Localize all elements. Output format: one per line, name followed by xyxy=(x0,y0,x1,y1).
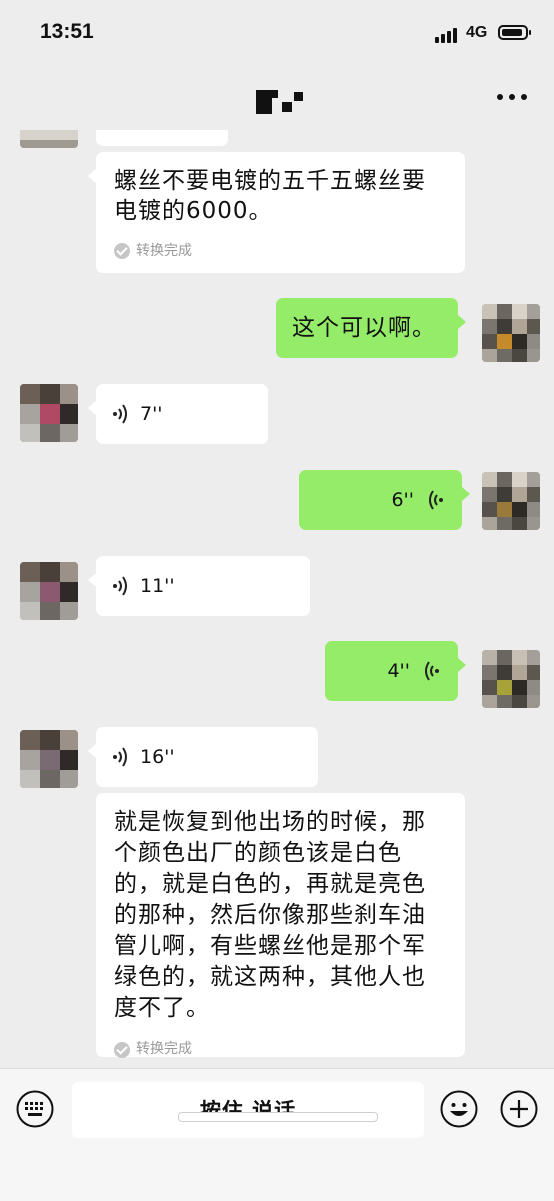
chat-title-redacted xyxy=(256,88,306,114)
more-dots-icon[interactable] xyxy=(497,94,527,102)
voice-message-outgoing[interactable]: 4'' xyxy=(325,641,466,701)
message-text-line: 绿色的，就这两种，其他人也 xyxy=(114,964,426,990)
voice-duration: 7'' xyxy=(140,403,163,425)
message-text-line: 的那种，然后你像那些刹车油 xyxy=(114,902,426,928)
plus-icon[interactable] xyxy=(500,1090,538,1128)
message-text-line: 管儿啊，有些螺丝他是那个军 xyxy=(114,933,426,959)
message-bubble-partial[interactable] xyxy=(96,130,228,146)
contact-avatar[interactable] xyxy=(20,562,78,620)
signal-icon xyxy=(435,27,459,43)
message-bubble-incoming[interactable]: 螺丝不要电镀的五千五螺丝要 电镀的6000。 转换完成 xyxy=(88,152,465,273)
my-avatar[interactable] xyxy=(482,650,540,708)
conversion-status-text: 转换完成 xyxy=(136,243,192,259)
voice-message-incoming[interactable]: 7'' xyxy=(88,384,268,444)
check-circle-icon xyxy=(114,1041,130,1058)
voice-duration: 6'' xyxy=(391,489,414,511)
voice-wave-icon xyxy=(113,404,127,424)
input-bar: 按住 说话 xyxy=(0,1068,554,1201)
voice-wave-icon xyxy=(113,576,127,596)
battery-icon xyxy=(498,25,531,40)
voice-message-outgoing[interactable]: 6'' xyxy=(299,470,470,530)
message-text-line: 就是恢复到他出场的时候，那 xyxy=(114,809,426,835)
home-indicator xyxy=(178,1112,378,1122)
network-type: 4G xyxy=(466,24,488,41)
message-text-line: 电镀的6000。 xyxy=(114,198,273,224)
contact-avatar[interactable] xyxy=(20,384,78,442)
message-bubble-outgoing[interactable]: 这个可以啊。 xyxy=(276,298,466,358)
message-text-line: 个颜色出厂的颜色该是白色 xyxy=(114,840,402,866)
message-text-line: 度不了。 xyxy=(114,995,210,1021)
voice-wave-icon xyxy=(429,490,443,510)
message-bubble-incoming[interactable]: 就是恢复到他出场的时候，那 个颜色出厂的颜色该是白色 的，就是白色的，再就是亮色… xyxy=(96,793,465,1058)
message-text-line: 的，就是白色的，再就是亮色 xyxy=(114,871,426,897)
voice-duration: 11'' xyxy=(140,575,175,597)
voice-duration: 4'' xyxy=(387,660,410,682)
voice-message-incoming[interactable]: 16'' xyxy=(88,727,318,787)
status-bar: 13:51 4G xyxy=(0,0,554,66)
keyboard-icon[interactable] xyxy=(16,1090,54,1128)
emoji-icon[interactable] xyxy=(440,1090,478,1128)
message-text-line: 螺丝不要电镀的五千五螺丝要 xyxy=(114,168,426,194)
conversion-status: 转换完成 xyxy=(114,236,447,266)
conversion-status-text: 转换完成 xyxy=(136,1041,192,1057)
contact-avatar[interactable] xyxy=(20,130,78,148)
my-avatar[interactable] xyxy=(482,304,540,362)
chat-header xyxy=(0,66,554,130)
voice-message-incoming[interactable]: 11'' xyxy=(88,556,310,616)
conversion-status: 转换完成 xyxy=(114,1034,447,1065)
hold-to-talk-button[interactable]: 按住 说话 xyxy=(72,1082,424,1138)
voice-wave-icon xyxy=(425,661,439,681)
check-circle-icon xyxy=(114,243,130,259)
voice-wave-icon xyxy=(113,747,127,767)
chat-message-list[interactable]: 螺丝不要电镀的五千五螺丝要 电镀的6000。 转换完成 这个可以啊。 7'' 6… xyxy=(0,130,554,1068)
status-time: 13:51 xyxy=(40,20,94,43)
back-button[interactable] xyxy=(18,78,58,118)
my-avatar[interactable] xyxy=(482,472,540,530)
contact-avatar[interactable] xyxy=(20,730,78,788)
voice-duration: 16'' xyxy=(140,746,175,768)
message-text-line: 这个可以啊。 xyxy=(292,315,436,341)
